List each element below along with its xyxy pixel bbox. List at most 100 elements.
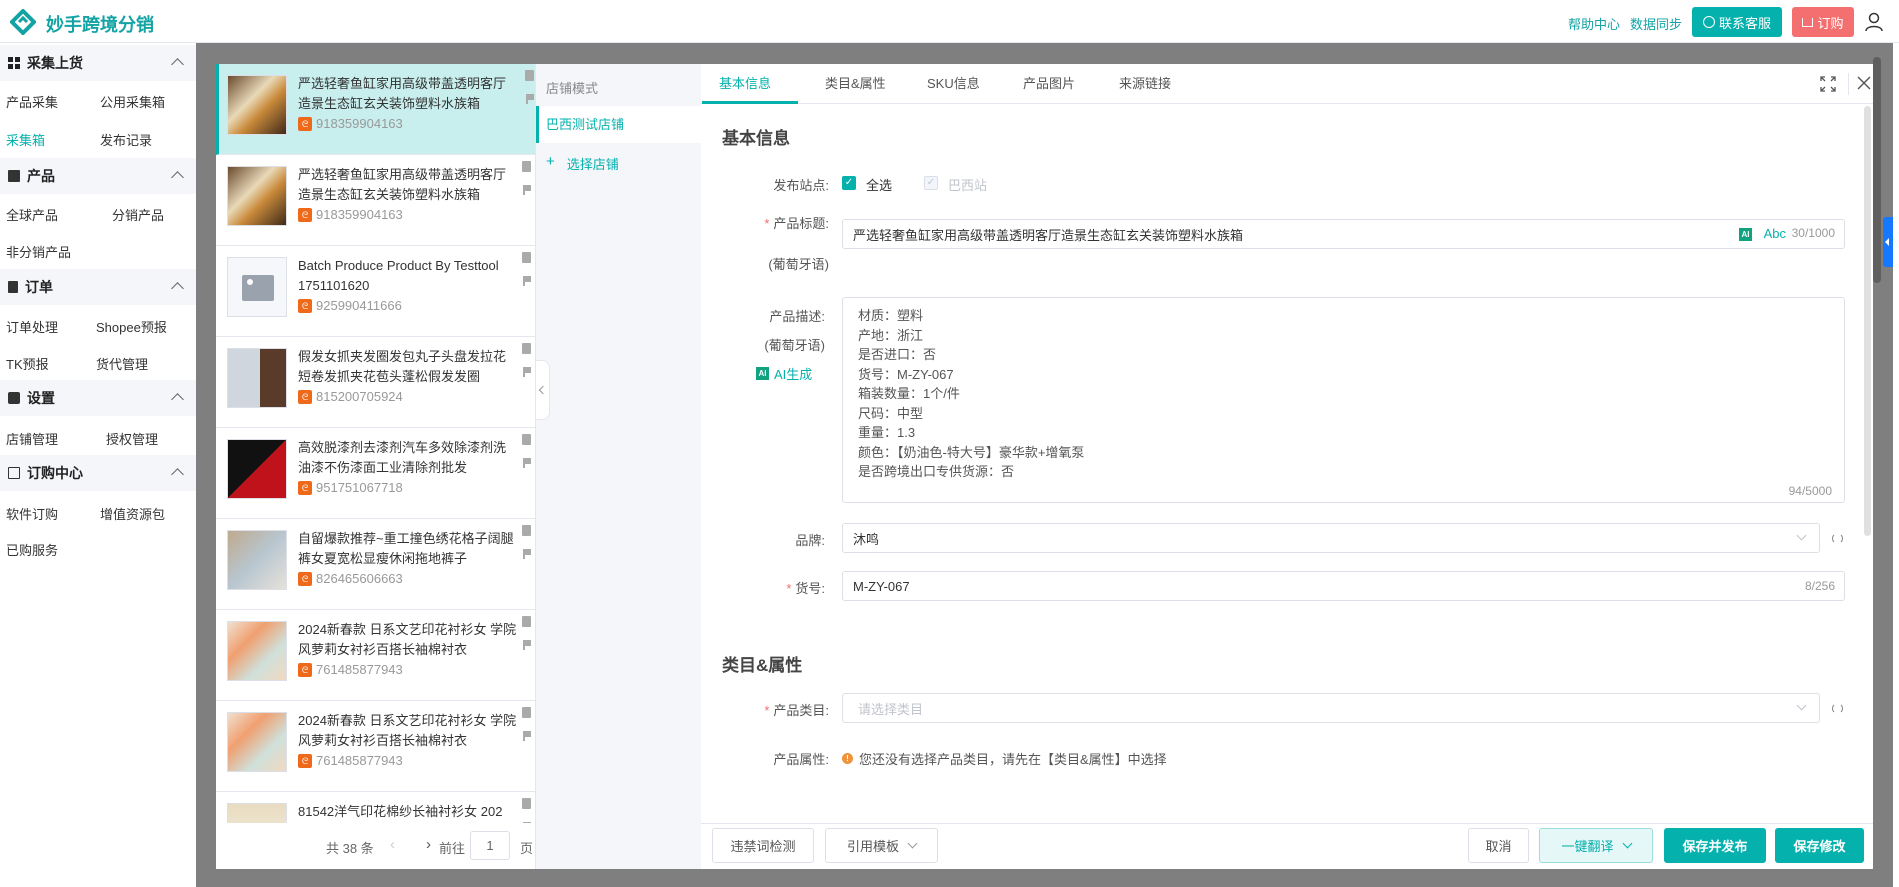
select-store-button[interactable]: + 选择店铺	[546, 154, 619, 173]
refresh-icon[interactable]	[1832, 703, 1843, 714]
product-list-item[interactable]: Batch Produce Product By Testtool 175110…	[216, 246, 535, 337]
product-title: 严选轻奢鱼缸家用高级带盖透明客厅造景生态缸玄关装饰塑料水族箱	[298, 76, 507, 111]
translate-label: 一键翻译	[1561, 839, 1614, 854]
close-icon[interactable]	[1857, 76, 1871, 90]
sidebar-item-public-box[interactable]: 公用采集箱	[100, 92, 165, 111]
trash-icon[interactable]	[522, 434, 531, 445]
tab-basic-info[interactable]: 基本信息	[719, 64, 771, 103]
trash-icon[interactable]	[522, 343, 531, 354]
cancel-button[interactable]: 取消	[1468, 828, 1529, 863]
tab-source-link[interactable]: 来源链接	[1119, 64, 1171, 103]
trash-icon[interactable]	[522, 798, 531, 809]
tab-product-images[interactable]: 产品图片	[1023, 64, 1075, 103]
refresh-icon[interactable]	[1832, 533, 1843, 544]
sidebar-item-collect-box[interactable]: 采集箱	[6, 130, 45, 149]
sidebar-section-collect[interactable]: 采集上货	[0, 45, 196, 81]
description-line: 是否跨境出口专供货源：否	[858, 464, 1015, 479]
product-list-item[interactable]: 高效脱漆剂去漆剂汽车多效除漆剂洗油漆不伤漆面工业清除剂批发 ᘓ 9517510677…	[216, 428, 535, 519]
category-select[interactable]: 请选择类目	[842, 693, 1820, 723]
sidebar-item-forwarder[interactable]: 货代管理	[96, 354, 148, 373]
alibaba-1688-icon: ᘓ	[298, 571, 312, 586]
banned-word-check-button[interactable]: 违禁词检测	[712, 828, 814, 863]
trash-icon[interactable]	[522, 161, 531, 172]
side-drawer-tab[interactable]	[1883, 217, 1893, 267]
trash-icon[interactable]	[522, 616, 531, 627]
sidebar-item-resource-pack[interactable]: 增值资源包	[100, 504, 165, 523]
product-list-item[interactable]: 2024新春款 日系文艺印花衬衫女 学院风萝莉女衬衫百搭长袖棉衬衣 ᘓ 761485…	[216, 701, 535, 792]
trash-icon[interactable]	[522, 525, 531, 536]
product-list-item[interactable]: 自留爆款推荐~重工撞色绣花格子阔腿裤女夏宽松显瘦休闲拖地裤子 ᘓ 826465606…	[216, 519, 535, 610]
ai-generate-button[interactable]: AI AI生成	[756, 364, 812, 383]
sidebar-section-product[interactable]: 产品	[0, 158, 196, 194]
sidebar-item-purchased[interactable]: 已购服务	[6, 540, 58, 559]
flag-icon[interactable]	[523, 185, 531, 195]
flag-icon[interactable]	[523, 276, 531, 286]
collapse-list-handle[interactable]	[536, 360, 550, 420]
product-list-item[interactable]: 假发女抓夹发圈发包丸子头盘发拉花短卷发抓夹花苞头蓬松假发发圈 ᘓ 815200705…	[216, 337, 535, 428]
product-list-item[interactable]: 严选轻奢鱼缸家用高级带盖透明客厅造景生态缸玄关装饰塑料水族箱 ᘓ 918359904…	[216, 155, 535, 246]
one-click-translate-dropdown[interactable]: 一键翻译	[1539, 828, 1653, 863]
order-button[interactable]: 订购	[1792, 7, 1854, 37]
trash-icon[interactable]	[525, 70, 534, 81]
sidebar-item-publish-log[interactable]: 发布记录	[100, 130, 152, 149]
sidebar-item-non-distribution[interactable]: 非分销产品	[6, 242, 71, 261]
user-icon[interactable]	[1865, 12, 1883, 32]
product-list-item[interactable]: 严选轻奢鱼缸家用高级带盖透明客厅造景生态缸玄关装饰塑料水族箱 ᘓ 918359904…	[216, 64, 535, 155]
flag-icon[interactable]	[523, 458, 531, 468]
sidebar-item-global-products[interactable]: 全球产品	[6, 205, 58, 224]
fullscreen-icon[interactable]	[1820, 76, 1836, 92]
product-description-textarea[interactable]: 材质：塑料 产地：浙江 是否进口：否 货号：M-ZY-067 箱装数量：1个/件 尺码：中…	[842, 297, 1845, 503]
section-title: 产品	[27, 168, 55, 184]
title-char-count: 30/1000	[1791, 226, 1835, 240]
trash-icon[interactable]	[522, 707, 531, 718]
sidebar-item-software-order[interactable]: 软件订购	[6, 504, 58, 523]
ai-icon[interactable]: AI	[1739, 228, 1752, 241]
sidebar-section-orders[interactable]: 订单	[0, 269, 196, 305]
store-item-active[interactable]: 巴西测试店铺	[536, 106, 701, 143]
save-and-publish-button[interactable]: 保存并发布	[1664, 828, 1766, 863]
product-source-id: ᘓ 826465606663	[298, 571, 403, 586]
trash-icon[interactable]	[522, 252, 531, 263]
abc-translate-button[interactable]: Abc	[1764, 226, 1786, 241]
contact-support-button[interactable]: 联系客服	[1692, 7, 1782, 37]
edit-icon	[8, 170, 20, 182]
flag-icon[interactable]	[523, 549, 531, 559]
content-scrollbar[interactable]	[1864, 106, 1871, 536]
page-input[interactable]: 1	[470, 831, 510, 860]
product-id: 815200705924	[316, 389, 403, 404]
brand-select[interactable]: 沐鸣	[842, 523, 1820, 553]
sidebar-item-auth-management[interactable]: 授权管理	[106, 429, 158, 448]
product-title-input[interactable]: 严选轻奢鱼缸家用高级带盖透明客厅造景生态缸玄关装饰塑料水族箱 AI Abc 30…	[842, 219, 1845, 249]
product-title: 自留爆款推荐~重工撞色绣花格子阔腿裤女夏宽松显瘦休闲拖地裤子	[298, 531, 514, 566]
sidebar-item-distribution-products[interactable]: 分销产品	[112, 205, 164, 224]
product-list-item[interactable]: 81542洋气印花棉纱长袖衬衫女 202	[216, 792, 535, 823]
edit-panel: 基本信息 类目&属性 SKU信息 产品图片 来源链接 基本信息 发布站点: ✓ …	[701, 64, 1873, 869]
save-changes-button[interactable]: 保存修改	[1775, 828, 1864, 863]
alibaba-1688-icon: ᘓ	[298, 389, 312, 404]
image-placeholder-icon	[227, 257, 287, 317]
tab-sku-info[interactable]: SKU信息	[927, 64, 980, 103]
data-sync-link[interactable]: 数据同步	[1630, 14, 1682, 33]
prev-page-icon[interactable]: ‹	[390, 836, 395, 853]
brand-value: 沐鸣	[853, 531, 880, 547]
flag-icon[interactable]	[523, 367, 531, 377]
sidebar-item-shopee-forecast[interactable]: Shopee预报	[96, 317, 167, 336]
sidebar-section-settings[interactable]: 设置	[0, 380, 196, 416]
sku-input[interactable]: M-ZY-067 8/256	[842, 571, 1845, 601]
sidebar-item-store-management[interactable]: 店铺管理	[6, 429, 58, 448]
select-all-checkbox[interactable]: ✓	[842, 176, 856, 190]
next-page-icon[interactable]: ›	[426, 836, 431, 853]
sidebar-item-order-processing[interactable]: 订单处理	[6, 317, 58, 336]
use-template-dropdown[interactable]: 引用模板	[825, 828, 938, 863]
goto-label: 前往	[439, 841, 466, 856]
overlay-scrollbar[interactable]	[1873, 57, 1881, 283]
product-list-item[interactable]: 2024新春款 日系文艺印花衬衫女 学院风萝莉女衬衫百搭长袖棉衬衣 ᘓ 761485…	[216, 610, 535, 701]
sidebar-section-subscription[interactable]: 订购中心	[0, 455, 196, 491]
help-center-link[interactable]: 帮助中心	[1568, 14, 1620, 33]
tab-category-attributes[interactable]: 类目&属性	[825, 64, 886, 103]
flag-icon[interactable]	[523, 640, 531, 650]
sidebar-item-product-collect[interactable]: 产品采集	[6, 92, 58, 111]
flag-icon[interactable]	[526, 94, 534, 104]
sidebar-item-tk-forecast[interactable]: TK预报	[6, 354, 49, 373]
flag-icon[interactable]	[523, 731, 531, 741]
